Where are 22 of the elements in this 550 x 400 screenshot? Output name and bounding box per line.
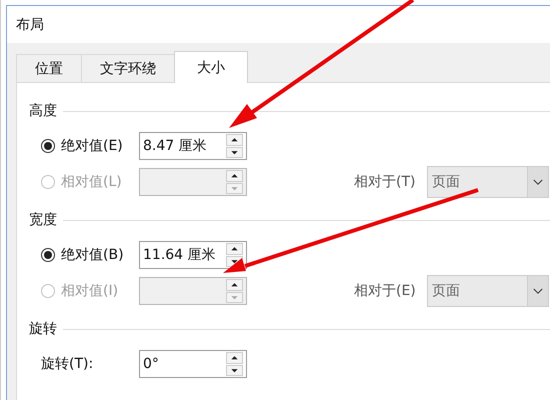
tab[interactable]: 大小 [174, 51, 248, 83]
chevron-down-icon [533, 288, 543, 294]
tab[interactable]: 位置 [16, 54, 82, 82]
relative-to-label: 相对于(E) [354, 282, 417, 300]
spin-field[interactable]: 11.64 厘米 [139, 241, 247, 269]
chevron-down-icon [533, 178, 543, 186]
section-title: 高度 [29, 102, 57, 120]
section-title: 宽度 [29, 211, 57, 229]
radio-button[interactable] [41, 248, 55, 262]
spin-field[interactable] [139, 168, 247, 196]
section-title: 旋转 [29, 320, 57, 338]
radio-button[interactable] [41, 139, 55, 153]
spin-field[interactable]: 8.47 厘米 [139, 132, 247, 160]
relative-to-label: 相对于(T) [354, 173, 416, 191]
radio-label: 相对值(L) [61, 173, 122, 191]
spin-field[interactable]: 0° [139, 350, 247, 378]
radio-label: 绝对值(B) [61, 246, 124, 264]
window-title: 布局 [16, 16, 44, 34]
field-label: 旋转(T): [41, 355, 94, 373]
radio-label: 绝对值(E) [61, 137, 123, 155]
radio-label: 相对值(I) [61, 282, 118, 300]
spin-field[interactable] [139, 277, 247, 305]
